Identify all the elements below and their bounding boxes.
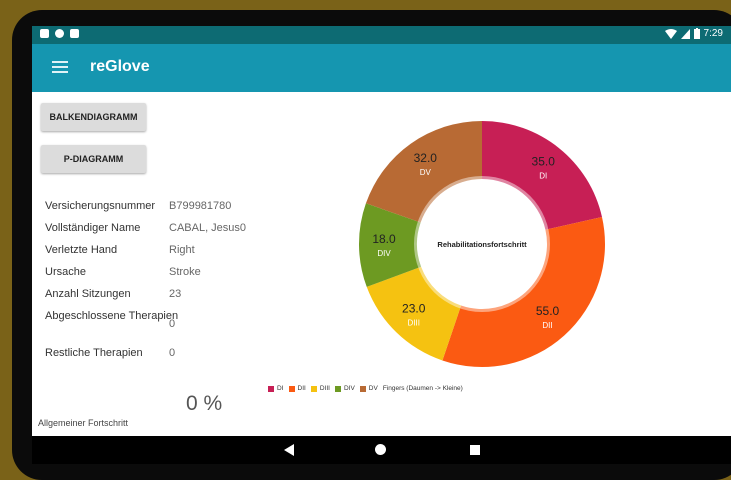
chart-legend: DI DII DIII DIV DV Fingers (Daumen -> Kleine)	[268, 385, 463, 392]
slice-category-label: DIV	[377, 249, 391, 258]
progress-label: Allgemeiner Fortschritt	[38, 418, 129, 428]
app-screen: 7:29 reGlove BALKENDIAGRAMM P-DIAGRAMM V…	[32, 26, 731, 464]
info-label: Anzahl Sitzungen	[45, 288, 131, 300]
home-icon[interactable]	[375, 444, 386, 455]
info-value: 23	[169, 288, 182, 300]
bar-chart-button[interactable]: BALKENDIAGRAMM	[41, 103, 146, 131]
info-label: Abgeschlossene Therapien	[45, 310, 179, 322]
hamburger-menu-icon[interactable]	[52, 61, 68, 73]
donut-chart[interactable]: 35.0 DI 55.0 DII 23.0 DIII 18.0 DIV 32.0 DV Rehabi…	[352, 114, 612, 374]
status-system-icons: 7:29	[664, 28, 723, 39]
app-bar: reGlove	[32, 44, 731, 92]
legend-label: DIV	[343, 385, 355, 392]
signal-icon	[680, 28, 690, 39]
legend-description: Fingers (Daumen -> Kleine)	[382, 385, 463, 392]
legend-label: DIII	[319, 385, 330, 392]
legend-label: DI	[277, 385, 284, 392]
android-nav-bar	[32, 436, 731, 464]
info-value: Stroke	[169, 266, 201, 278]
recent-apps-icon[interactable]	[470, 445, 480, 455]
info-label: Ursache	[45, 266, 86, 278]
slice-value-label: 55.0	[536, 304, 560, 318]
legend-label: DII	[297, 385, 306, 392]
back-icon[interactable]	[284, 444, 294, 456]
status-bar: 7:29	[32, 26, 731, 44]
legend-swatch	[334, 385, 341, 392]
p-chart-button[interactable]: P-DIAGRAMM	[41, 145, 146, 173]
legend-label: DV	[368, 385, 378, 392]
app-title: reGlove	[90, 58, 150, 75]
slice-value-label: 18.0	[372, 232, 396, 246]
info-value: Right	[169, 244, 195, 256]
status-time: 7:29	[703, 28, 723, 39]
slice-value-label: 23.0	[402, 301, 426, 315]
notification-circle-icon	[55, 29, 64, 38]
slice-value-label: 35.0	[532, 154, 556, 168]
slice-category-label: DII	[542, 321, 552, 330]
legend-swatch	[359, 385, 366, 392]
info-value: 0	[169, 347, 176, 359]
slice-category-label: DIII	[407, 318, 419, 327]
slice-category-label: DI	[539, 171, 547, 180]
sd-card-icon	[70, 29, 79, 38]
info-value: CABAL, Jesus0	[169, 222, 247, 234]
info-value: 0	[169, 318, 176, 330]
wifi-icon	[664, 28, 677, 39]
notification-a-icon	[40, 29, 49, 38]
battery-icon	[693, 28, 700, 39]
legend-swatch	[268, 385, 274, 392]
slice-value-label: 32.0	[414, 151, 438, 165]
info-label: Versicherungsnummer	[45, 200, 156, 212]
chart-center-title: Rehabilitationsfortschritt	[437, 240, 527, 249]
status-notification-icons	[40, 29, 79, 38]
info-label: Restliche Therapien	[45, 347, 143, 359]
info-label: Vollständiger Name	[45, 222, 141, 234]
progress-percent: 0 %	[186, 392, 223, 415]
info-value: B799981780	[169, 200, 232, 212]
slice-category-label: DV	[420, 168, 432, 177]
legend-swatch	[310, 385, 317, 392]
legend-swatch	[288, 385, 295, 392]
info-label: Verletzte Hand	[45, 244, 118, 256]
